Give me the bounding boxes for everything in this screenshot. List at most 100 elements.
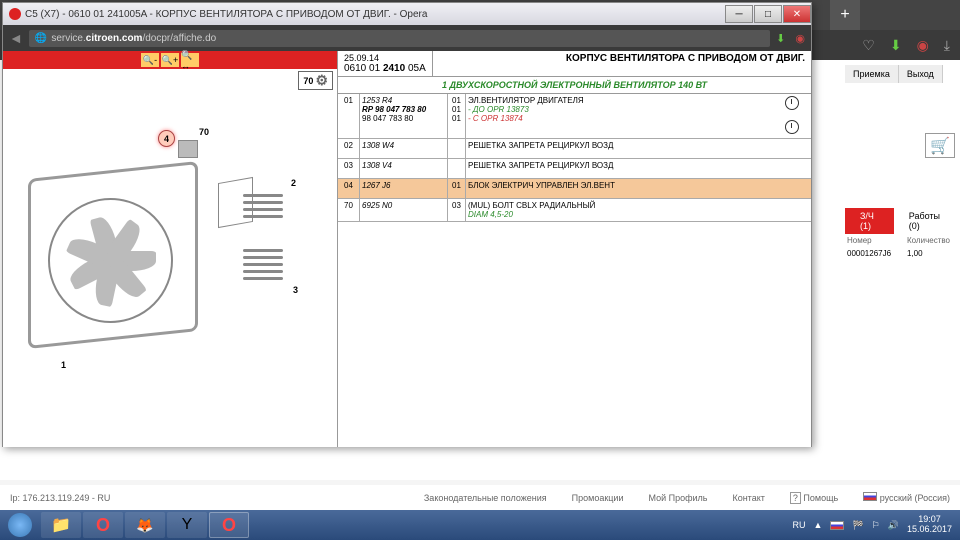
flag-ru-icon <box>830 521 844 530</box>
footer-link-contact[interactable]: Контакт <box>732 493 764 503</box>
start-button[interactable] <box>0 510 40 540</box>
stop-icon[interactable]: ◉ <box>795 32 805 45</box>
taskbar-yandex[interactable]: Y <box>167 512 207 538</box>
callout-4-highlighted[interactable]: 4 <box>158 130 175 147</box>
bg-tab-reception[interactable]: Приемка <box>845 65 899 83</box>
row-desc: БЛОК ЭЛЕКТРИЧ УПРАВЛЕН ЭЛ.ВЕНТ <box>466 179 783 198</box>
flag-ru-icon <box>863 492 877 501</box>
address-bar[interactable]: 🌐 service.citroen.com/docpr/affiche.do <box>29 30 770 47</box>
tray-action-center-icon[interactable]: ⚐ <box>872 520 880 531</box>
stop-icon[interactable]: ◉ <box>917 37 929 54</box>
fan-blades <box>48 198 173 323</box>
callout-1: 1 <box>61 360 66 370</box>
row-qty: 01 <box>448 179 466 198</box>
row-refs: 6925 N0 <box>360 199 448 221</box>
row-refs: 1253 R4RP 98 047 783 8098 047 783 80 <box>360 94 448 138</box>
row-qty: 03 <box>448 199 466 221</box>
new-tab-button[interactable]: + <box>830 0 860 30</box>
globe-icon: 🌐 <box>35 33 47 44</box>
lang-indicator[interactable]: RU <box>793 520 806 530</box>
parts-row-70[interactable]: 706925 N003(MUL) БОЛТ CBLX РАДИАЛЬНЫЙDIA… <box>338 199 811 222</box>
control-block <box>178 140 198 158</box>
row-desc: РЕШЕТКА ЗАПРЕТА РЕЦИРКУЛ ВОЗД <box>466 139 783 158</box>
grille-2 <box>243 190 283 222</box>
row-desc: ЭЛ.ВЕНТИЛЯТОР ДВИГАТЕЛЯ- ДО OPR 13873- С… <box>466 94 783 138</box>
close-button[interactable]: ✕ <box>783 5 811 23</box>
clock-icon[interactable] <box>785 120 799 134</box>
tray-clock[interactable]: 19:07 15.06.2017 <box>907 515 952 535</box>
row-action <box>783 139 811 158</box>
heart-icon[interactable]: ♡ <box>862 37 875 54</box>
row-desc: РЕШЕТКА ЗАПРЕТА РЕЦИРКУЛ ВОЗД <box>466 159 783 178</box>
taskbar-opera-window[interactable]: O <box>209 512 249 538</box>
col-qty: Количество <box>907 236 950 245</box>
bg-tab-parts[interactable]: З/Ч (1) <box>845 208 894 234</box>
clock-icon[interactable] <box>785 96 799 110</box>
grille-3 <box>243 245 283 284</box>
row-index: 70 <box>338 199 360 221</box>
tray-volume-icon[interactable]: 🔊 <box>888 520 899 531</box>
maximize-button[interactable]: □ <box>754 5 782 23</box>
doc-code: 0610 01 2410 05A <box>344 63 426 74</box>
row-refs: 1267 J6 <box>360 179 448 198</box>
page-footer: Ip: 176.213.119.249 - RU Законодательные… <box>0 485 960 510</box>
parts-row-04[interactable]: 041267 J601БЛОК ЭЛЕКТРИЧ УПРАВЛЕН ЭЛ.ВЕН… <box>338 179 811 199</box>
row-qty <box>448 159 466 178</box>
row-action <box>783 199 811 221</box>
cart-icon: 🛒 <box>930 136 950 156</box>
item-70-thumb[interactable]: 70 ⚙ <box>298 71 333 90</box>
footer-link-legal[interactable]: Законодательные положения <box>424 493 547 503</box>
system-tray[interactable]: RU ▲ 🏁 ⚐ 🔊 19:07 15.06.2017 <box>793 515 960 535</box>
bg-tab-works[interactable]: Работы (0) <box>894 208 955 234</box>
windows-taskbar: 📁 O 🦊 Y O RU ▲ 🏁 ⚐ 🔊 19:07 15.06.2017 <box>0 510 960 540</box>
parts-list-pane: 25.09.14 0610 01 2410 05A КОРПУС ВЕНТИЛЯ… <box>338 51 811 447</box>
zoom-fit-button[interactable]: 🔍↔ <box>181 53 199 67</box>
opera-window: C5 (X7) - 0610 01 241005A - КОРПУС ВЕНТИ… <box>2 2 812 447</box>
ip-label: Ip: 176.213.119.249 - RU <box>10 493 110 503</box>
exploded-diagram[interactable]: 4 70 2 3 1 <box>3 90 337 447</box>
callout-70: 70 <box>199 127 209 137</box>
doc-subtitle: 1 ДВУХСКОРОСТНОЙ ЭЛЕКТРОННЫЙ ВЕНТИЛЯТОР … <box>338 77 811 94</box>
minimize-button[interactable]: ─ <box>725 5 753 23</box>
window-title: C5 (X7) - 0610 01 241005A - КОРПУС ВЕНТИ… <box>25 9 724 20</box>
parts-row-03[interactable]: 031308 V4РЕШЕТКА ЗАПРЕТА РЕЦИРКУЛ ВОЗД <box>338 159 811 179</box>
footer-link-help[interactable]: ? Помощь <box>790 493 838 503</box>
row-index: 02 <box>338 139 360 158</box>
doc-title: КОРПУС ВЕНТИЛЯТОРА С ПРИВОДОМ ОТ ДВИГ. <box>433 51 811 76</box>
bg-side-panel: Приемка Выход 🛒 З/Ч (1) Работы (0) Номер… <box>845 65 955 260</box>
windows-orb-icon <box>8 513 32 537</box>
zoom-out-button[interactable]: 🔍- <box>141 53 159 67</box>
opera-titlebar[interactable]: C5 (X7) - 0610 01 241005A - КОРПУС ВЕНТИ… <box>3 3 811 25</box>
opera-nav-bar: ◄ 🌐 service.citroen.com/docpr/affiche.do… <box>3 25 811 51</box>
tray-flag-icon[interactable]: 🏁 <box>852 520 863 531</box>
footer-lang[interactable]: русский (Россия) <box>863 492 950 503</box>
row-index: 01 <box>338 94 360 138</box>
part-qty: 1,00 <box>907 249 923 258</box>
url-text: service.citroen.com/docpr/affiche.do <box>51 33 216 44</box>
parts-row-02[interactable]: 021308 W4РЕШЕТКА ЗАПРЕТА РЕЦИРКУЛ ВОЗД <box>338 139 811 159</box>
parts-row-01[interactable]: 011253 R4RP 98 047 783 8098 047 783 8001… <box>338 94 811 139</box>
row-index: 03 <box>338 159 360 178</box>
taskbar-explorer[interactable]: 📁 <box>41 512 81 538</box>
zoom-in-button[interactable]: 🔍+ <box>161 53 179 67</box>
bg-tab-exit[interactable]: Выход <box>899 65 943 83</box>
cart-button[interactable]: 🛒 <box>925 133 955 158</box>
row-qty <box>448 139 466 158</box>
tray-up-icon[interactable]: ▲ <box>814 520 823 530</box>
diagram-pane: 🔍- 🔍+ 🔍↔ 70 ⚙ <box>3 51 338 447</box>
footer-link-promo[interactable]: Промоакции <box>572 493 624 503</box>
back-button[interactable]: ◄ <box>9 30 23 46</box>
footer-link-profile[interactable]: Мой Профиль <box>648 493 707 503</box>
col-number: Номер <box>847 236 907 245</box>
screw-icon: ⚙ <box>315 72 328 89</box>
row-desc: (MUL) БОЛТ CBLX РАДИАЛЬНЫЙDIAM 4,5-20 <box>466 199 783 221</box>
taskbar-firefox[interactable]: 🦊 <box>125 512 165 538</box>
download-icon[interactable]: ⤓ <box>944 37 950 54</box>
row-action <box>783 159 811 178</box>
row-qty: 010101 <box>448 94 466 138</box>
download-arrow-icon[interactable]: ⬇ <box>776 32 785 45</box>
taskbar-opera[interactable]: O <box>83 512 123 538</box>
download-arrow-icon[interactable]: ⬇ <box>890 37 902 54</box>
part-number: 00001267J6 <box>847 249 907 258</box>
opera-icon <box>9 8 21 20</box>
